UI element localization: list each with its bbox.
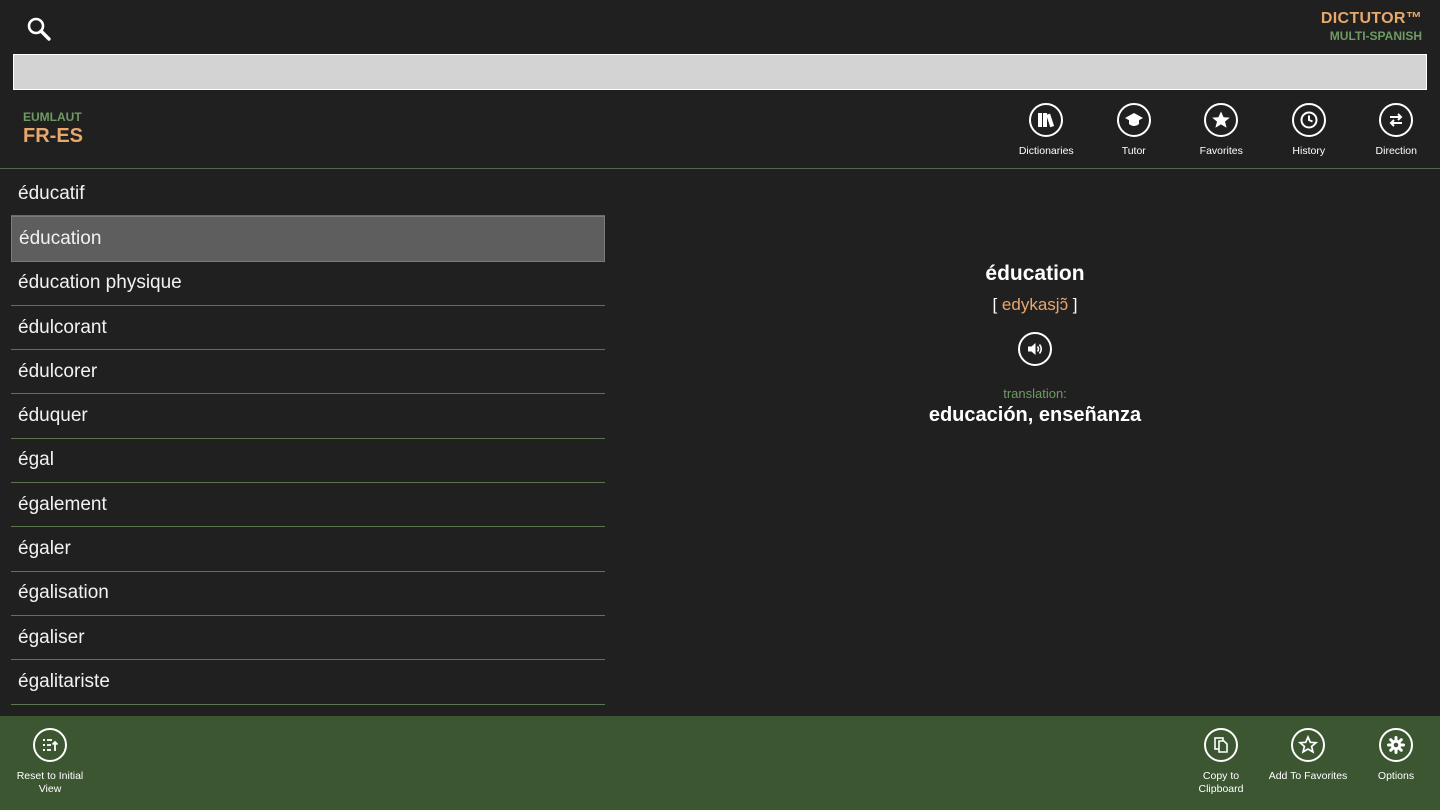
bottom-app-bar: Reset to Initial View Copy to Clipboard … [0,716,1440,810]
favorites-label: Favorites [1199,145,1243,157]
star-icon [1204,103,1239,137]
bracket-open: [ [992,295,998,314]
books-icon [1029,103,1064,137]
word-list: éducatif éducation éducation physique éd… [11,172,605,705]
list-item[interactable]: éducation physique [11,262,605,306]
search-icon[interactable] [22,12,56,46]
phonetic-transcription: edykasjɔ̃ [1001,295,1069,314]
speaker-icon[interactable] [1018,332,1052,366]
list-item[interactable]: égaliser [11,616,605,661]
search-input[interactable] [13,54,1427,90]
entry-phonetic: [ edykasjɔ̃ ] [760,295,1310,315]
reset-view-button[interactable]: Reset to Initial View [5,728,95,796]
translation-text: educación, enseñanza [928,404,1142,426]
swap-arrows-icon [1379,103,1414,137]
app-window: DICTUTOR™ MULTI-SPANISH EUMLAUT FR-ES Di… [0,0,1440,810]
options-label: Options [1377,770,1415,782]
brand-subtitle: MULTI-SPANISH [1329,29,1422,43]
direction-label: Direction [1375,145,1417,157]
clock-icon [1291,103,1326,137]
add-favorites-label: Add To Favorites [1268,770,1348,782]
gear-icon [1379,728,1413,762]
tutor-label: Tutor [1121,145,1146,157]
options-button[interactable]: Options [1351,728,1440,783]
list-item[interactable]: égal [11,439,605,484]
entry-detail: éducation [ edykasjɔ̃ ] translation: edu… [760,262,1310,427]
list-item[interactable]: éducatif [11,172,605,217]
list-item[interactable]: égaler [11,527,605,572]
app-brand: DICTUTOR™ MULTI-SPANISH [1321,10,1422,43]
current-dictionary: EUMLAUT FR-ES [23,110,83,148]
entry-headword: éducation [985,262,1085,285]
list-item[interactable]: édulcorant [11,306,605,351]
history-button[interactable]: History [1265,103,1353,157]
translation-label: translation: [1003,386,1067,401]
reset-view-label: Reset to Initial View [16,770,84,795]
add-favorites-button[interactable]: Add To Favorites [1263,728,1353,783]
list-item[interactable]: égalisation [11,572,605,616]
dictionary-code: EUMLAUT [23,110,82,124]
list-item[interactable]: égalitariste [11,660,605,705]
list-reset-icon [33,728,67,762]
language-pair: FR-ES [23,125,83,147]
copy-icon [1204,728,1238,762]
dictionaries-button[interactable]: Dictionaries [1003,103,1091,157]
dictionaries-label: Dictionaries [1018,145,1074,157]
tutor-button[interactable]: Tutor [1090,103,1178,157]
direction-button[interactable]: Direction [1353,103,1440,157]
brand-name: DICTUTOR™ [1320,10,1422,27]
copy-clipboard-button[interactable]: Copy to Clipboard [1176,728,1266,796]
top-toolbar: Dictionaries Tutor Favorites History Dir… [1003,103,1440,157]
copy-clipboard-label: Copy to Clipboard [1198,770,1244,795]
header-divider [0,168,1440,169]
history-label: History [1292,145,1326,157]
list-item[interactable]: également [11,483,605,528]
list-item[interactable]: éduquer [11,394,605,439]
favorites-button[interactable]: Favorites [1178,103,1266,157]
graduation-cap-icon [1116,103,1151,137]
bracket-close: ] [1072,295,1078,314]
list-item[interactable]: édulcorer [11,350,605,395]
list-item-selected[interactable]: éducation [11,216,605,262]
star-add-icon [1291,728,1325,762]
